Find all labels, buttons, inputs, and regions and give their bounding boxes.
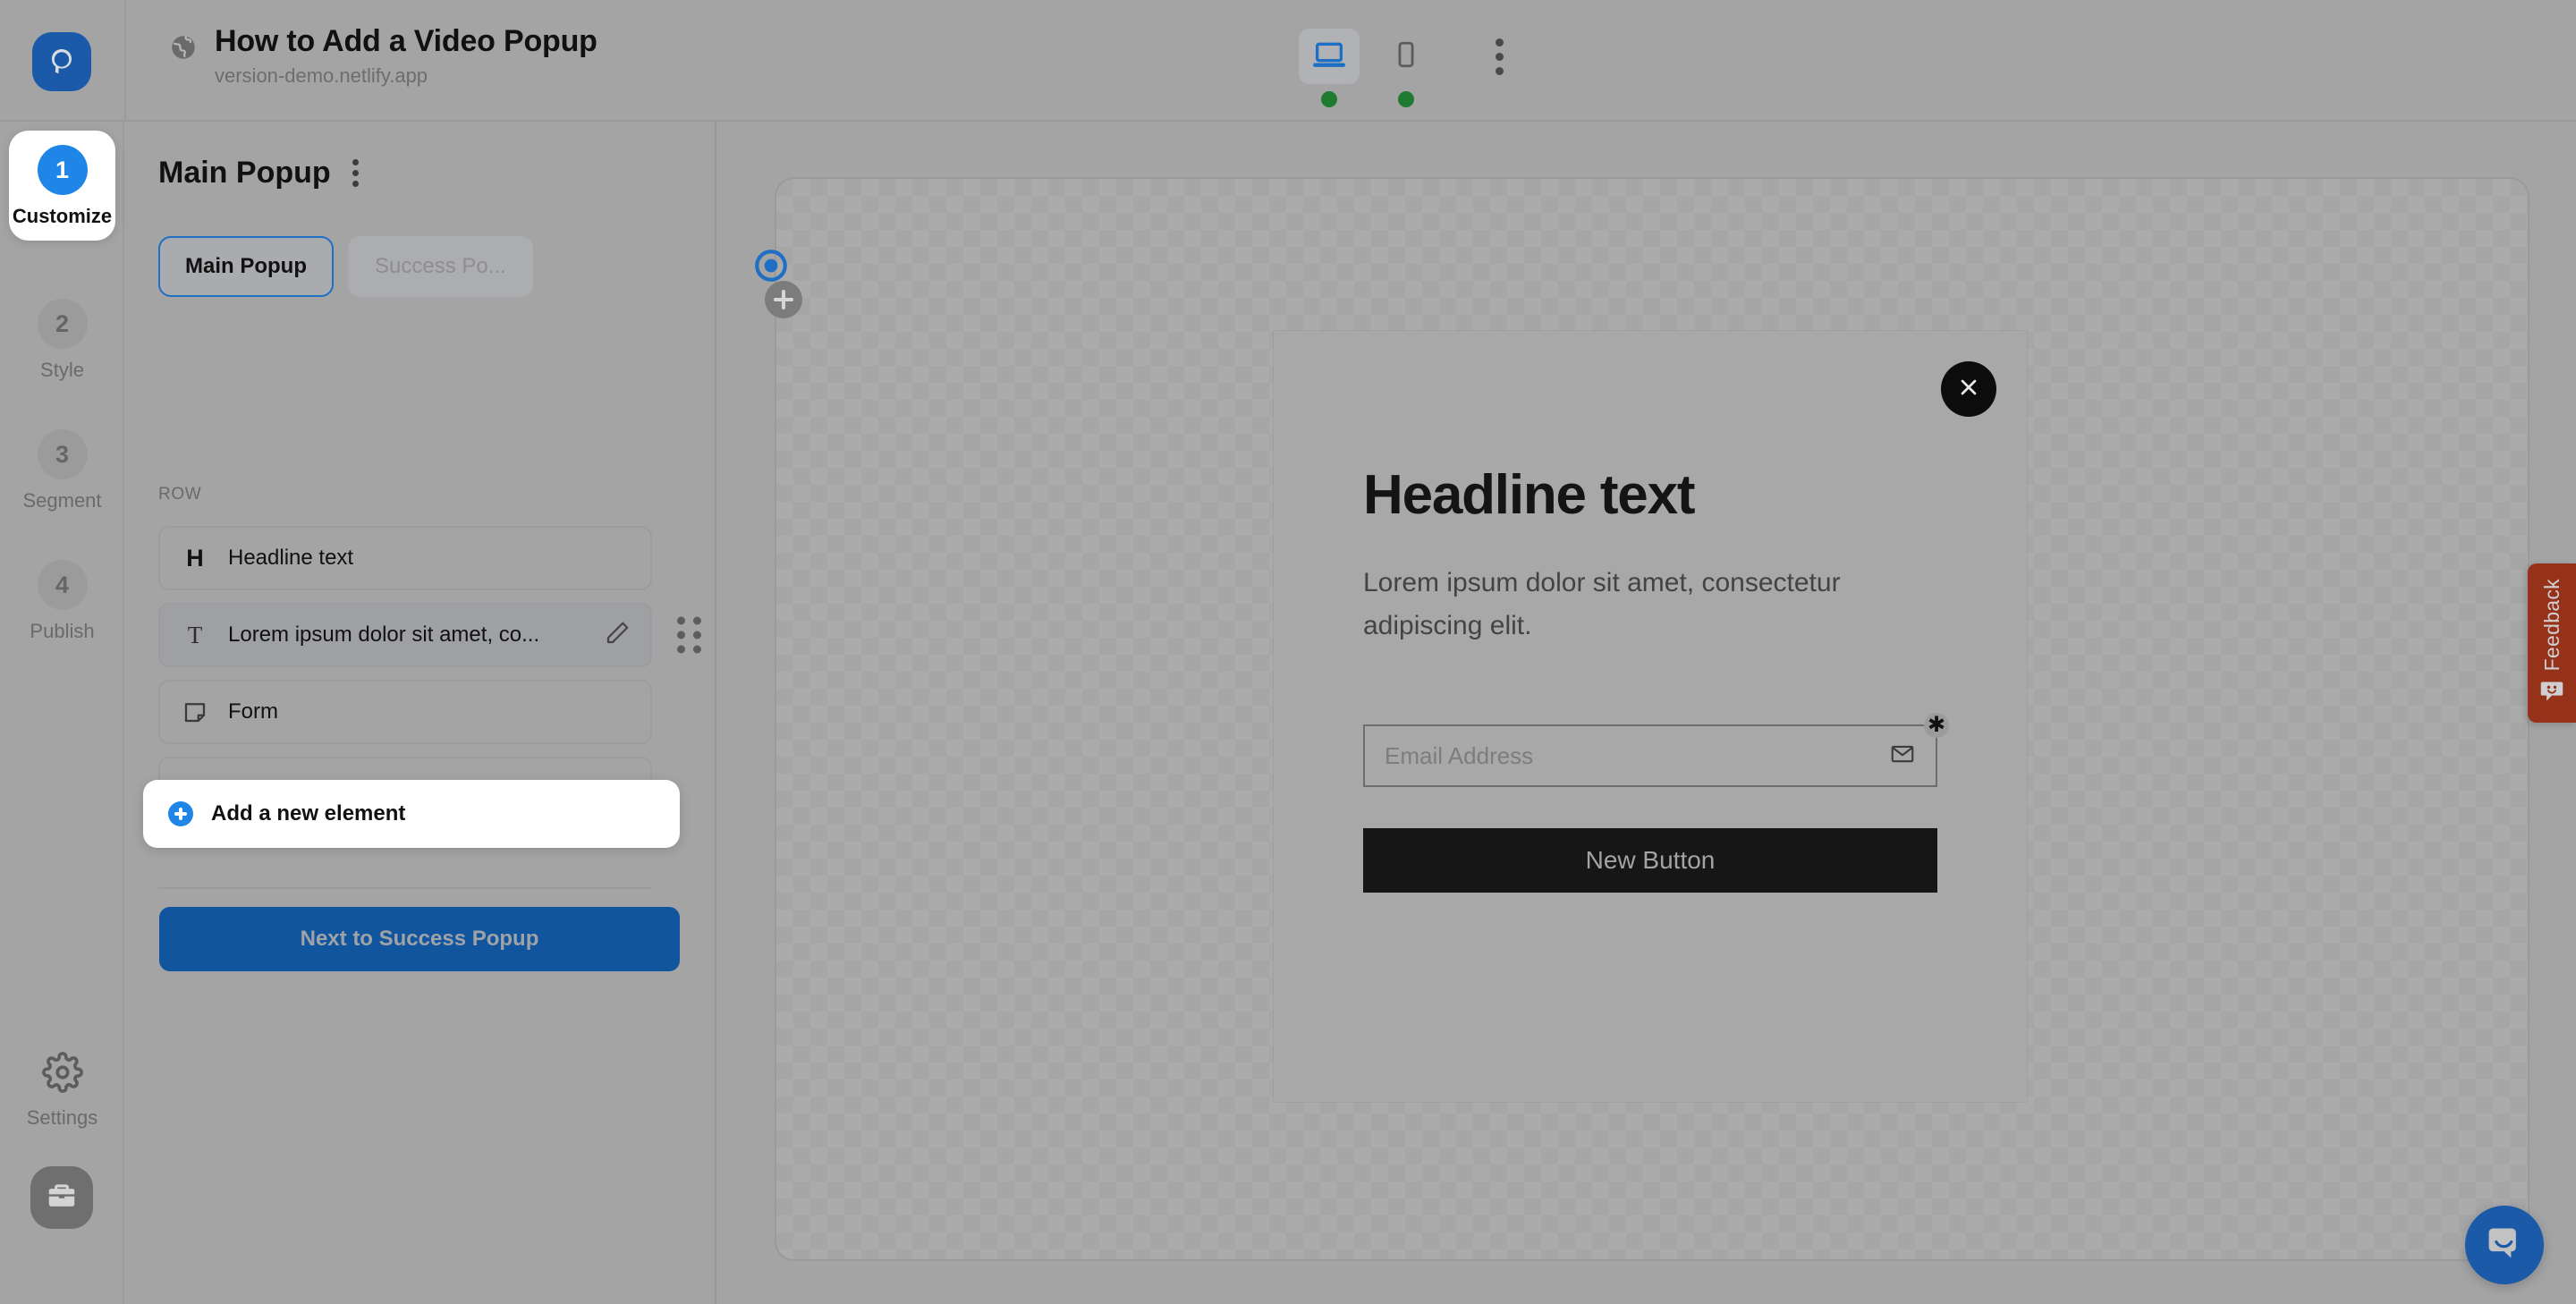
panel-more-menu-button[interactable] xyxy=(345,154,366,192)
mobile-status-dot xyxy=(1398,91,1414,107)
page-title: How to Add a Video Popup xyxy=(215,24,597,58)
mobile-preview-button[interactable] xyxy=(1376,29,1436,107)
step-number: 4 xyxy=(37,560,88,610)
feedback-smiley-icon xyxy=(2539,680,2564,707)
chat-bubble-smile-icon xyxy=(2485,1224,2524,1267)
element-label: Headline text xyxy=(228,546,354,570)
popup-content: Headline text Lorem ipsum dolor sit amet… xyxy=(1363,464,1949,893)
step-number: 2 xyxy=(37,299,88,349)
topbar-divider xyxy=(124,0,126,122)
rail-step-customize[interactable]: 1 Customize xyxy=(9,131,115,241)
form-icon xyxy=(180,699,210,725)
envelope-icon xyxy=(1889,741,1916,772)
email-field[interactable]: Email Address xyxy=(1363,724,1937,788)
add-new-element-button[interactable]: Add a new element xyxy=(143,780,680,848)
step-number: 1 xyxy=(37,145,88,195)
workspace-button[interactable] xyxy=(30,1166,93,1229)
popup-submit-button[interactable]: New Button xyxy=(1363,828,1937,893)
element-label: Form xyxy=(228,699,278,724)
element-row-form[interactable]: Form xyxy=(158,680,652,744)
plus-icon xyxy=(168,801,193,826)
chat-launcher-button[interactable] xyxy=(2465,1206,2544,1284)
editor-panel: Main Popup Main Popup Success Po... ROW … xyxy=(126,122,802,1304)
mobile-icon xyxy=(1391,39,1421,74)
document-header: How to Add a Video Popup version-demo.ne… xyxy=(168,23,597,88)
desktop-status-dot xyxy=(1321,91,1337,107)
popup-headline[interactable]: Headline text xyxy=(1363,464,1937,526)
app-logo[interactable] xyxy=(32,32,91,91)
element-row-text[interactable]: T Lorem ipsum dolor sit amet, co... xyxy=(158,603,701,667)
rail-settings-button[interactable]: Settings xyxy=(9,1052,115,1130)
step-rail: 1 Customize 2 Style 3 Segment 4 Publish … xyxy=(0,122,124,1304)
popup-preview[interactable]: Headline text Lorem ipsum dolor sit amet… xyxy=(1274,331,2027,1102)
element-label: Lorem ipsum dolor sit amet, co... xyxy=(228,622,540,647)
panel-divider xyxy=(158,887,652,889)
tab-success-popup[interactable]: Success Po... xyxy=(347,236,533,297)
required-field-badge: ✱ xyxy=(1924,713,1949,739)
desktop-preview-button[interactable] xyxy=(1299,29,1360,107)
kebab-menu-icon xyxy=(1495,38,1504,47)
text-icon: T xyxy=(187,621,203,648)
desktop-icon xyxy=(1311,37,1347,77)
kebab-menu-icon xyxy=(352,159,359,165)
app-root: How to Add a Video Popup version-demo.ne… xyxy=(0,0,2576,1304)
briefcase-icon xyxy=(45,1179,79,1217)
panel-title: Main Popup xyxy=(158,156,331,190)
rail-step-segment[interactable]: 3 Segment xyxy=(9,415,115,525)
device-preview-toggle xyxy=(1299,29,1524,107)
feedback-label: Feedback xyxy=(2539,578,2563,672)
top-bar: How to Add a Video Popup version-demo.ne… xyxy=(0,0,2576,122)
target-radio-icon[interactable] xyxy=(752,247,790,284)
tab-label: Success Po... xyxy=(374,254,506,278)
rail-step-publish[interactable]: 4 Publish xyxy=(9,546,115,656)
drag-handle-icon[interactable] xyxy=(677,616,701,654)
popupsmart-logo-icon xyxy=(32,32,91,91)
gear-icon xyxy=(41,1052,83,1097)
email-placeholder: Email Address xyxy=(1385,741,1534,769)
row-section-label: ROW xyxy=(158,485,202,504)
globe-icon xyxy=(168,32,199,67)
panel-header: Main Popup xyxy=(158,154,366,192)
step-number: 3 xyxy=(37,429,88,479)
next-to-success-popup-button[interactable]: Next to Success Popup xyxy=(159,907,680,971)
popup-close-button[interactable] xyxy=(1941,361,1996,417)
heading-icon: H xyxy=(186,544,204,572)
step-label: Publish xyxy=(30,620,95,642)
add-new-element-label: Add a new element xyxy=(211,801,406,826)
element-row-headline[interactable]: H Headline text xyxy=(158,526,652,590)
step-label: Customize xyxy=(12,205,113,227)
step-label: Style xyxy=(40,359,84,381)
tab-main-popup[interactable]: Main Popup xyxy=(158,236,334,297)
popup-step-tabs: Main Popup Success Po... xyxy=(158,236,533,297)
page-url: version-demo.netlify.app xyxy=(215,64,428,88)
pencil-icon[interactable] xyxy=(604,620,631,651)
rail-step-style[interactable]: 2 Style xyxy=(9,284,115,394)
topbar-more-menu-button[interactable] xyxy=(1474,29,1524,84)
close-x-icon xyxy=(1956,375,1981,404)
settings-label: Settings xyxy=(26,1106,98,1129)
popup-form: Email Address ✱ xyxy=(1363,713,1949,788)
tab-label: Main Popup xyxy=(185,254,307,278)
step-label: Segment xyxy=(22,489,102,512)
feedback-tab[interactable]: Feedback xyxy=(2528,563,2576,723)
preview-canvas[interactable]: Headline text Lorem ipsum dolor sit amet… xyxy=(775,177,2529,1261)
plus-circle-icon[interactable] xyxy=(765,281,802,318)
popup-paragraph[interactable]: Lorem ipsum dolor sit amet, consectetur … xyxy=(1363,562,1900,648)
